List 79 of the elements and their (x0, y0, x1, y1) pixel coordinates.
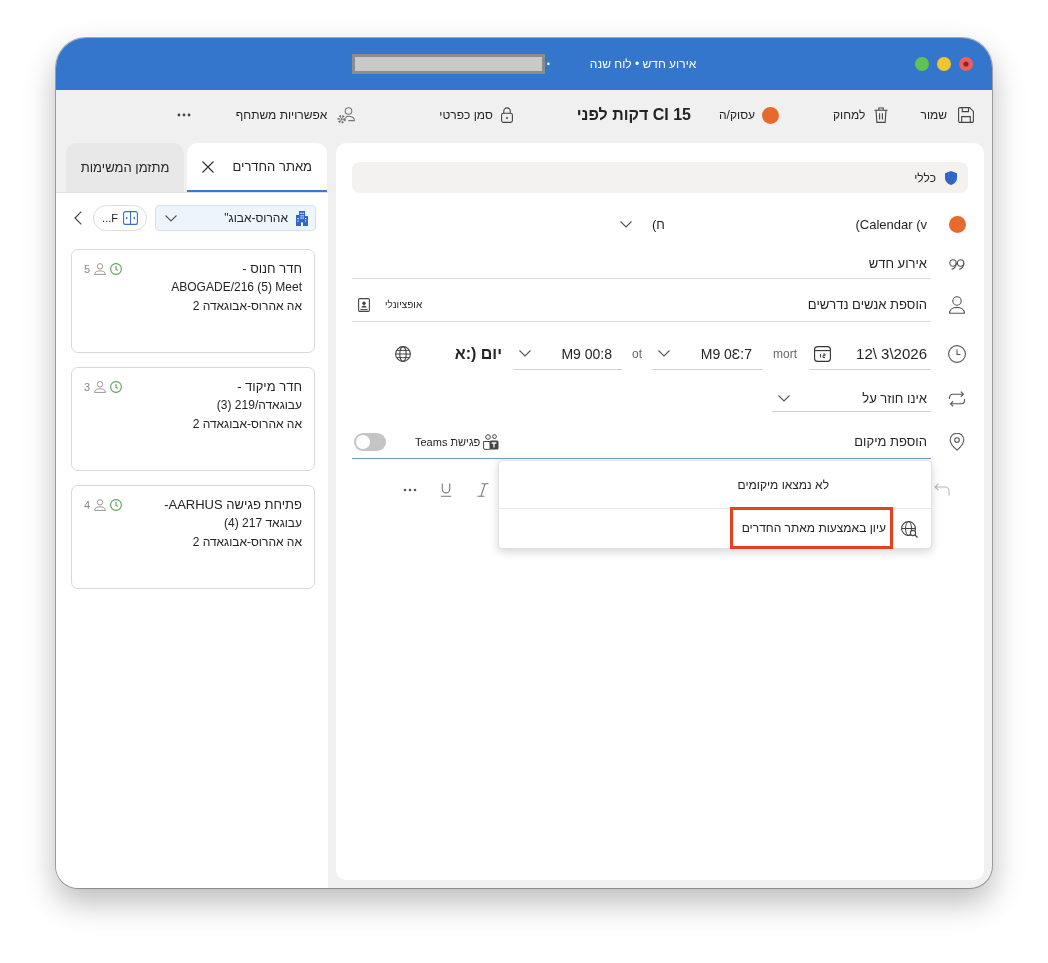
room-detail: עבוגאד 217 (4) (223, 515, 302, 532)
chevron-left-icon[interactable] (74, 211, 82, 225)
calendar-color-icon (948, 215, 966, 233)
room-address: אה אהרוס-אבוגאדה 2 (191, 534, 302, 551)
repeat-select[interactable]: אינו חוזר על (772, 386, 931, 412)
room-detail: ABOGADE/216 (5) Meet (171, 279, 302, 296)
location-field[interactable]: הוספת מיקום (499, 425, 931, 458)
save-icon (958, 107, 974, 123)
no-results-text: לא נמצאו מיקומים (737, 477, 829, 492)
room-detail: עבוגאדה/219 (3) (215, 397, 302, 414)
timezone-label: יום (:א (454, 345, 502, 363)
room-name: פתיחת פגישה AARHUS- (164, 496, 302, 514)
category-button[interactable]: כללי (352, 162, 968, 193)
minimize-icon[interactable] (937, 57, 951, 71)
italic-icon[interactable] (477, 483, 489, 497)
chevron-down-icon (778, 395, 790, 402)
start-time-select[interactable]: M9 0Ɛ:7 (652, 338, 763, 370)
end-time-select[interactable]: M9 00:8 (513, 338, 622, 370)
chevron-down-icon[interactable] (620, 220, 632, 228)
clock-icon (948, 345, 966, 363)
person-icon (94, 498, 107, 511)
private-button[interactable]: סמן כפרטי (439, 107, 513, 123)
repeat-icon (948, 391, 966, 407)
more-icon[interactable] (176, 113, 191, 117)
room-address: אה אהרוס-אבוגאדה 2 (191, 298, 302, 315)
meeting-icon (483, 433, 500, 450)
columns-icon (123, 211, 138, 225)
chevron-down-icon (658, 350, 670, 357)
close-icon[interactable] (202, 160, 215, 173)
trash-icon (874, 107, 889, 123)
panel-tab[interactable]: מאתר החדרים (187, 143, 327, 192)
calendar-icon (814, 345, 831, 362)
capacity-count: 5 (84, 262, 91, 275)
calendar-account: (ח (652, 216, 665, 232)
people-gear-icon (337, 106, 356, 124)
menu-item[interactable]: עיון באמצעות מאתר החדרים (741, 521, 886, 535)
status-clock-icon (110, 262, 123, 275)
from-label: mort (773, 347, 797, 361)
lock-icon (500, 107, 513, 123)
status-clock-icon (110, 498, 123, 511)
person-icon (94, 380, 107, 393)
room-name: חדר חנוס - (241, 260, 302, 278)
room-address: אה אהרוס-אבוגאדה 2 (192, 416, 302, 433)
busy-status-icon (762, 106, 779, 124)
globe-search-icon (901, 520, 918, 538)
building-select[interactable]: אהרוס-אבוג" (155, 205, 316, 231)
room-name: חדר מיקוד - (236, 378, 302, 396)
to-label: ot (632, 347, 642, 361)
filter-button[interactable]: F... (93, 205, 147, 231)
underline-icon[interactable] (440, 483, 452, 497)
status-clock-icon (110, 380, 123, 393)
save-button[interactable]: שמור (920, 107, 974, 123)
window-title: אירוע חדש • לוח שנה (589, 57, 697, 71)
optional-button[interactable]: אופציונלי (385, 299, 423, 310)
date-field[interactable]: 12\ 3\2026 (809, 338, 931, 370)
capacity-count: 3 (84, 380, 91, 393)
teams-toggle[interactable] (354, 432, 386, 451)
location-pin-icon (949, 433, 965, 451)
globe-icon[interactable] (394, 346, 411, 362)
shield-icon (945, 170, 957, 185)
building-icon (296, 210, 308, 226)
more-icon[interactable] (403, 488, 417, 492)
title-separator: • (546, 59, 550, 69)
reminder-button[interactable]: 15 CI דקות לפני (576, 106, 691, 124)
capacity-count: 4 (84, 498, 91, 511)
person-icon (949, 296, 965, 314)
contact-card-icon[interactable] (358, 297, 370, 312)
quote-icon (949, 258, 965, 270)
title-field[interactable]: אירוע חדש (352, 249, 931, 279)
attendee-options-button[interactable]: אפשרויות משתחף (235, 106, 356, 124)
person-icon (94, 262, 107, 275)
teams-meeting-label: פגישת Teams (415, 435, 481, 448)
calendar-name[interactable]: (Calendar (v (855, 216, 927, 232)
status-button[interactable]: עסוק/ה (719, 106, 779, 124)
chevron-down-icon (165, 214, 177, 222)
chevron-down-icon (519, 350, 531, 357)
panel-tab[interactable]: מתזמן המשימות (65, 143, 185, 192)
attendees-field[interactable]: הוספת אנשים נדרשים (422, 288, 931, 321)
delete-button[interactable]: למחוק (833, 107, 889, 123)
